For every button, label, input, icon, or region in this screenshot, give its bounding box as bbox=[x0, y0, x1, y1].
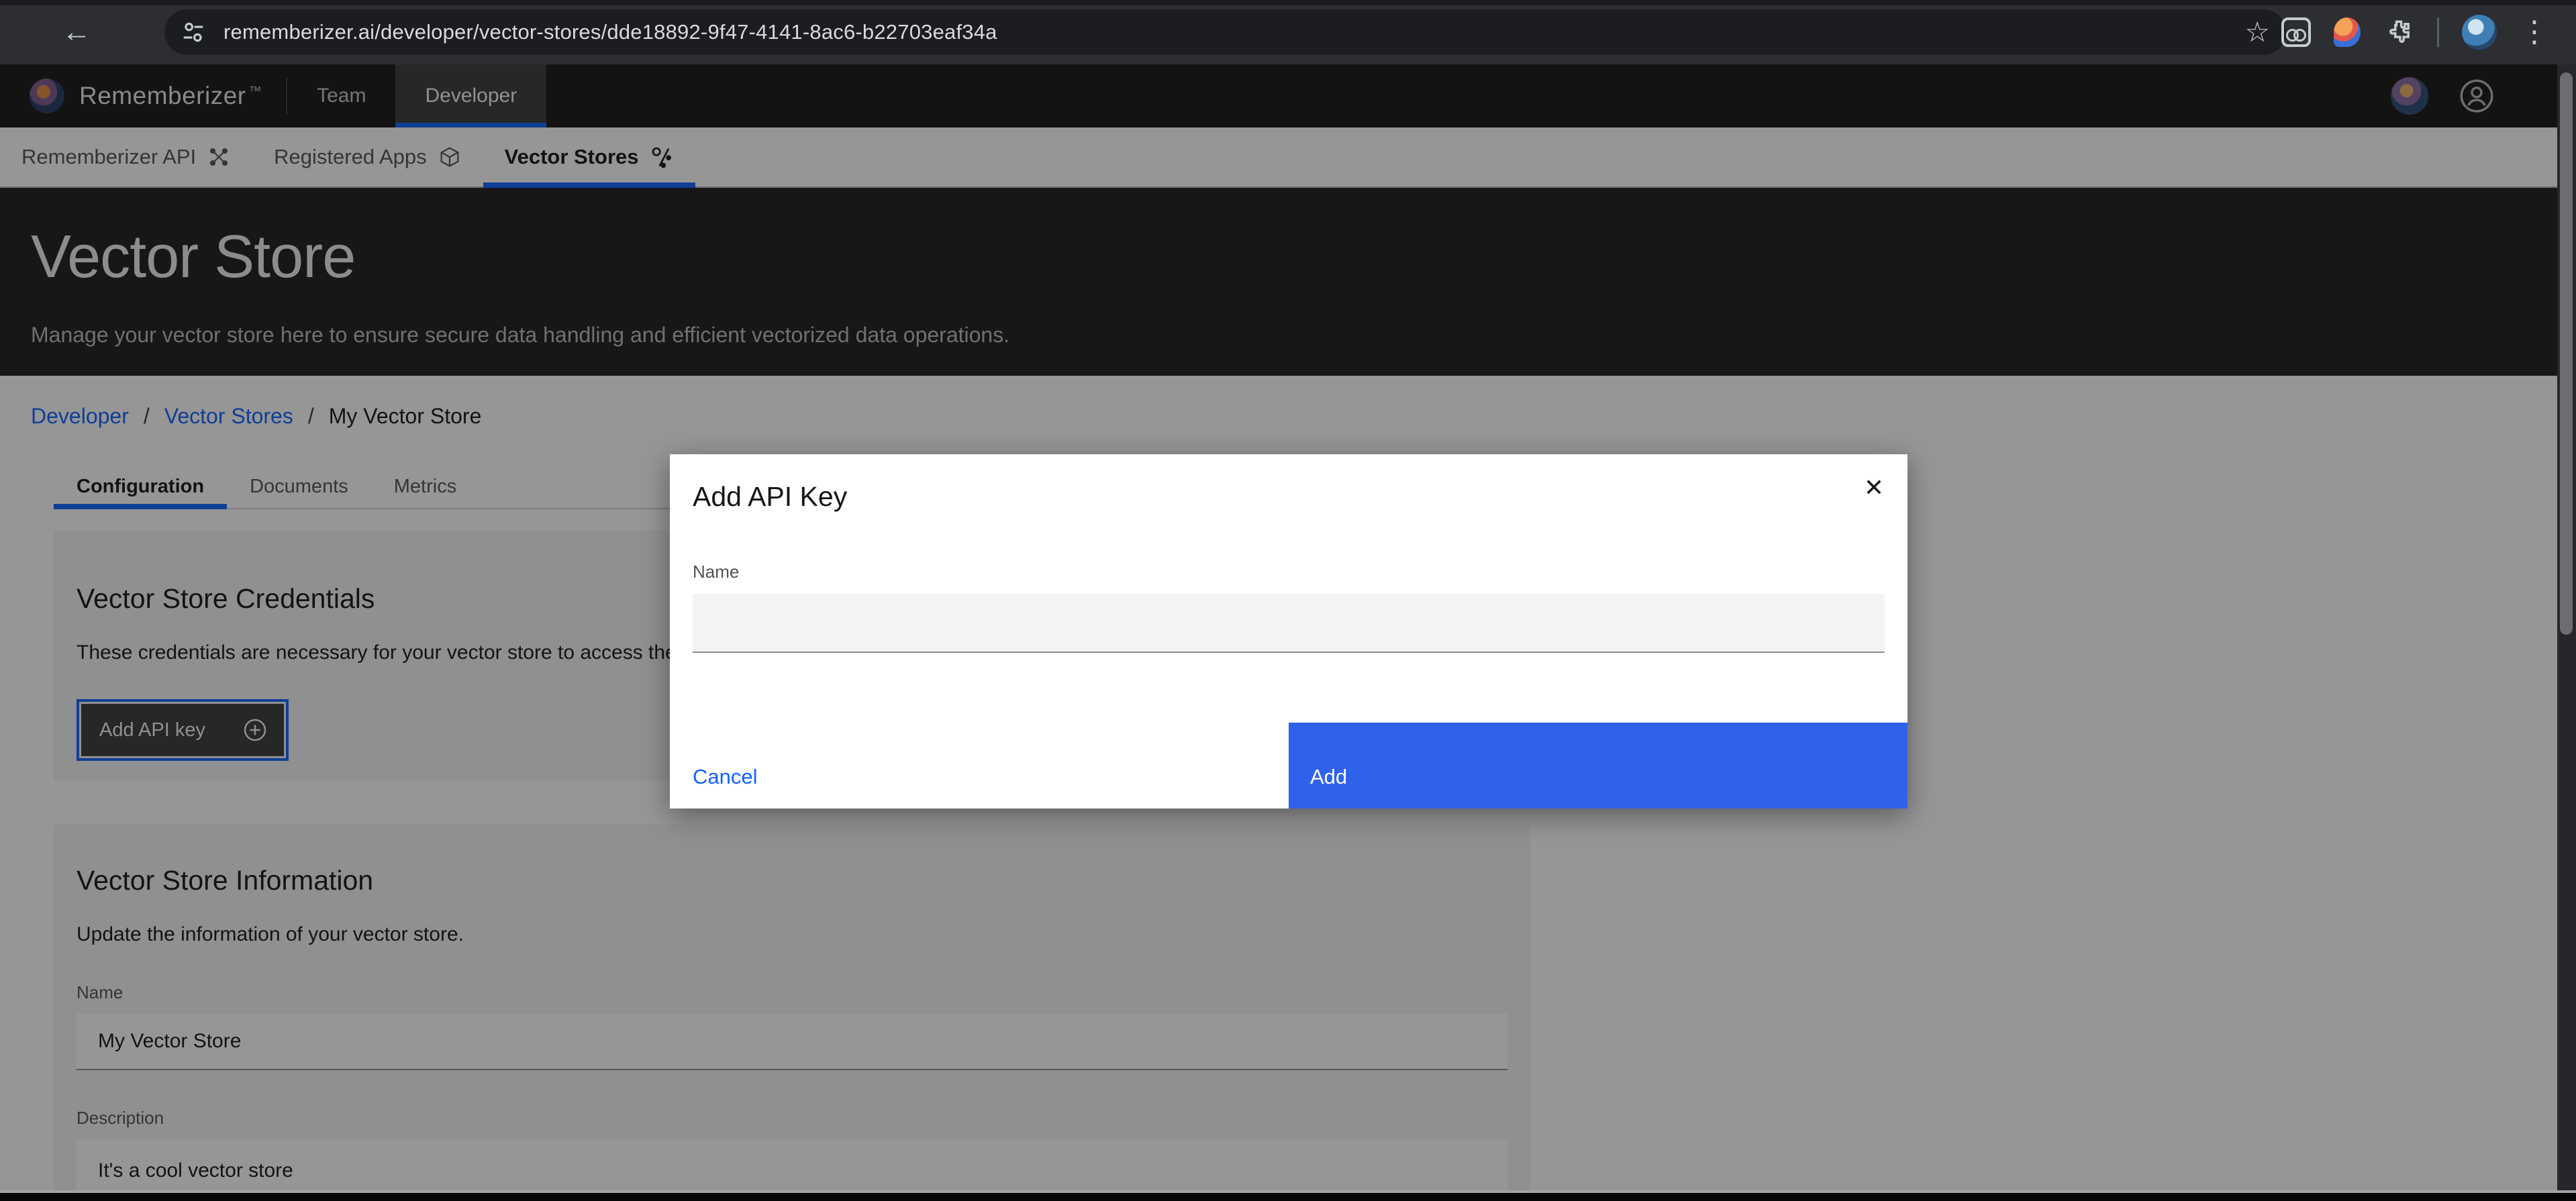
window-top-edge bbox=[0, 0, 2576, 5]
toolbar-divider bbox=[2437, 17, 2439, 47]
modal-close-button[interactable]: ✕ bbox=[1855, 469, 1893, 507]
browser-menu-icon[interactable]: ⋮ bbox=[2520, 17, 2549, 47]
site-settings-icon[interactable] bbox=[181, 19, 206, 45]
add-api-key-modal: Add API Key ✕ Name Cancel Add bbox=[670, 454, 1908, 808]
extensions-puzzle-icon[interactable] bbox=[2383, 17, 2414, 48]
add-button[interactable]: Add bbox=[1289, 723, 1908, 808]
bookmark-star-icon[interactable]: ☆ bbox=[2244, 18, 2270, 46]
browser-profile-avatar[interactable] bbox=[2462, 15, 2497, 50]
modal-title: Add API Key bbox=[670, 454, 1908, 513]
bottom-dark-bar bbox=[0, 1193, 2576, 1201]
modal-name-input[interactable] bbox=[693, 594, 1885, 653]
modal-name-label: Name bbox=[693, 562, 739, 582]
pinned-extension-icon[interactable] bbox=[2334, 17, 2361, 47]
tab-groups-icon[interactable] bbox=[2281, 17, 2311, 47]
address-bar[interactable]: rememberizer.ai/developer/vector-stores/… bbox=[164, 9, 2286, 55]
screen: ← → rememberizer.ai/developer/vector-sto… bbox=[0, 0, 2576, 1201]
url-text[interactable]: rememberizer.ai/developer/vector-stores/… bbox=[224, 20, 2244, 44]
browser-toolbar: ← → rememberizer.ai/developer/vector-sto… bbox=[0, 0, 2576, 64]
scrollbar-thumb[interactable] bbox=[2560, 72, 2573, 635]
cancel-button[interactable]: Cancel bbox=[670, 723, 1289, 808]
modal-footer: Cancel Add bbox=[670, 723, 1908, 808]
browser-back-button[interactable]: ← bbox=[56, 12, 97, 52]
page-scrollbar[interactable] bbox=[2557, 64, 2576, 1201]
browser-action-icons: ⋮ bbox=[2281, 0, 2549, 64]
